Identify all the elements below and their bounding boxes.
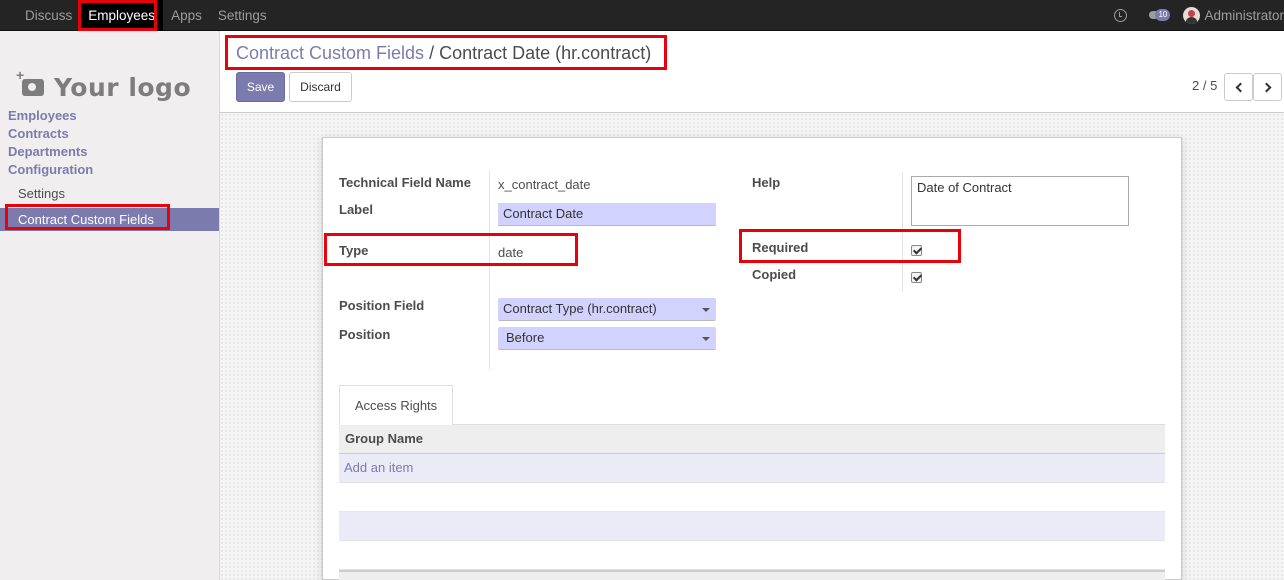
discard-button[interactable]: Discard [289, 72, 352, 102]
messaging-icon[interactable]: 10 [1149, 8, 1173, 23]
camera-icon [16, 67, 44, 96]
sidebar-item-label: Contract Custom Fields [18, 212, 154, 227]
chevron-right-icon [1261, 82, 1271, 92]
help-label: Help [752, 175, 781, 190]
position-select[interactable]: Before [498, 327, 716, 350]
technical-field-name-value: x_contract_date [498, 177, 591, 192]
table-footer [339, 570, 1165, 580]
position-field-label: Position Field [339, 298, 425, 313]
sidebar-item-contracts[interactable]: Contracts [8, 126, 69, 141]
breadcrumb: Contract Custom Fields / Contract Date (… [236, 43, 651, 64]
sidebar-item-departments[interactable]: Departments [8, 144, 87, 159]
sidebar-item-configuration[interactable]: Configuration [8, 162, 93, 177]
message-count-badge: 10 [1155, 8, 1171, 21]
type-value: date [498, 245, 524, 260]
activity-clock-icon[interactable] [1114, 9, 1128, 22]
required-checkbox[interactable] [911, 245, 922, 256]
tab-access-rights[interactable]: Access Rights [339, 385, 453, 425]
pager-next-button[interactable] [1253, 73, 1282, 101]
breadcrumb-current: Contract Date (hr.contract) [439, 43, 652, 63]
pager-previous-button[interactable] [1224, 73, 1253, 101]
column-header-group-name[interactable]: Group Name [345, 431, 423, 446]
table-row: Add an item [339, 454, 1165, 483]
sidebar-item-contract-custom-fields[interactable]: Contract Custom Fields [0, 208, 219, 231]
menu-settings[interactable]: Settings [210, 0, 275, 31]
position-field-selected: Contract Type (hr.contract) [503, 301, 657, 316]
user-avatar[interactable] [1183, 7, 1201, 24]
logo-text: Your logo [54, 72, 192, 102]
caret-down-icon [702, 308, 710, 312]
add-item-link[interactable]: Add an item [344, 460, 413, 475]
menu-employees[interactable]: Employees [80, 0, 164, 31]
app-menu: Discuss Employees Apps Settings [17, 0, 275, 31]
table-row [339, 483, 1165, 512]
type-field-label: Type [339, 243, 369, 258]
label-input[interactable]: Contract Date [498, 203, 716, 226]
table-row [339, 541, 1165, 570]
help-textarea[interactable]: Date of Contract [911, 176, 1129, 226]
sidebar: Your logo Employees Contracts Department… [0, 31, 220, 580]
field-divider-right [902, 172, 903, 292]
user-name[interactable]: Administrator [1204, 8, 1284, 23]
copied-checkbox[interactable] [911, 272, 922, 283]
copied-label: Copied [752, 267, 797, 282]
pager-value[interactable]: 2 / 5 [1192, 78, 1217, 93]
label-field-label: Label [339, 202, 373, 217]
required-label: Required [752, 240, 809, 255]
position-field-select[interactable]: Contract Type (hr.contract) [498, 298, 716, 321]
breadcrumb-parent[interactable]: Contract Custom Fields [236, 43, 424, 63]
breadcrumb-separator: / [429, 43, 435, 63]
menu-apps[interactable]: Apps [163, 0, 210, 31]
systray: 10 Administrator [1114, 0, 1284, 31]
table-header: Group Name [339, 425, 1165, 454]
sidebar-item-settings[interactable]: Settings [18, 186, 65, 201]
sidebar-item-employees[interactable]: Employees [8, 108, 77, 123]
chevron-left-icon [1235, 82, 1245, 92]
save-button[interactable]: Save [236, 72, 285, 102]
position-selected: Before [506, 330, 545, 345]
caret-down-icon [702, 337, 710, 341]
technical-field-name-label: Technical Field Name [339, 175, 471, 190]
table-row [339, 512, 1165, 541]
menu-discuss[interactable]: Discuss [17, 0, 80, 31]
field-divider [489, 170, 490, 370]
control-panel: Contract Custom Fields / Contract Date (… [220, 31, 1284, 113]
main-navbar: Discuss Employees Apps Settings 10 Admin… [0, 0, 1284, 31]
position-label: Position [339, 327, 391, 342]
